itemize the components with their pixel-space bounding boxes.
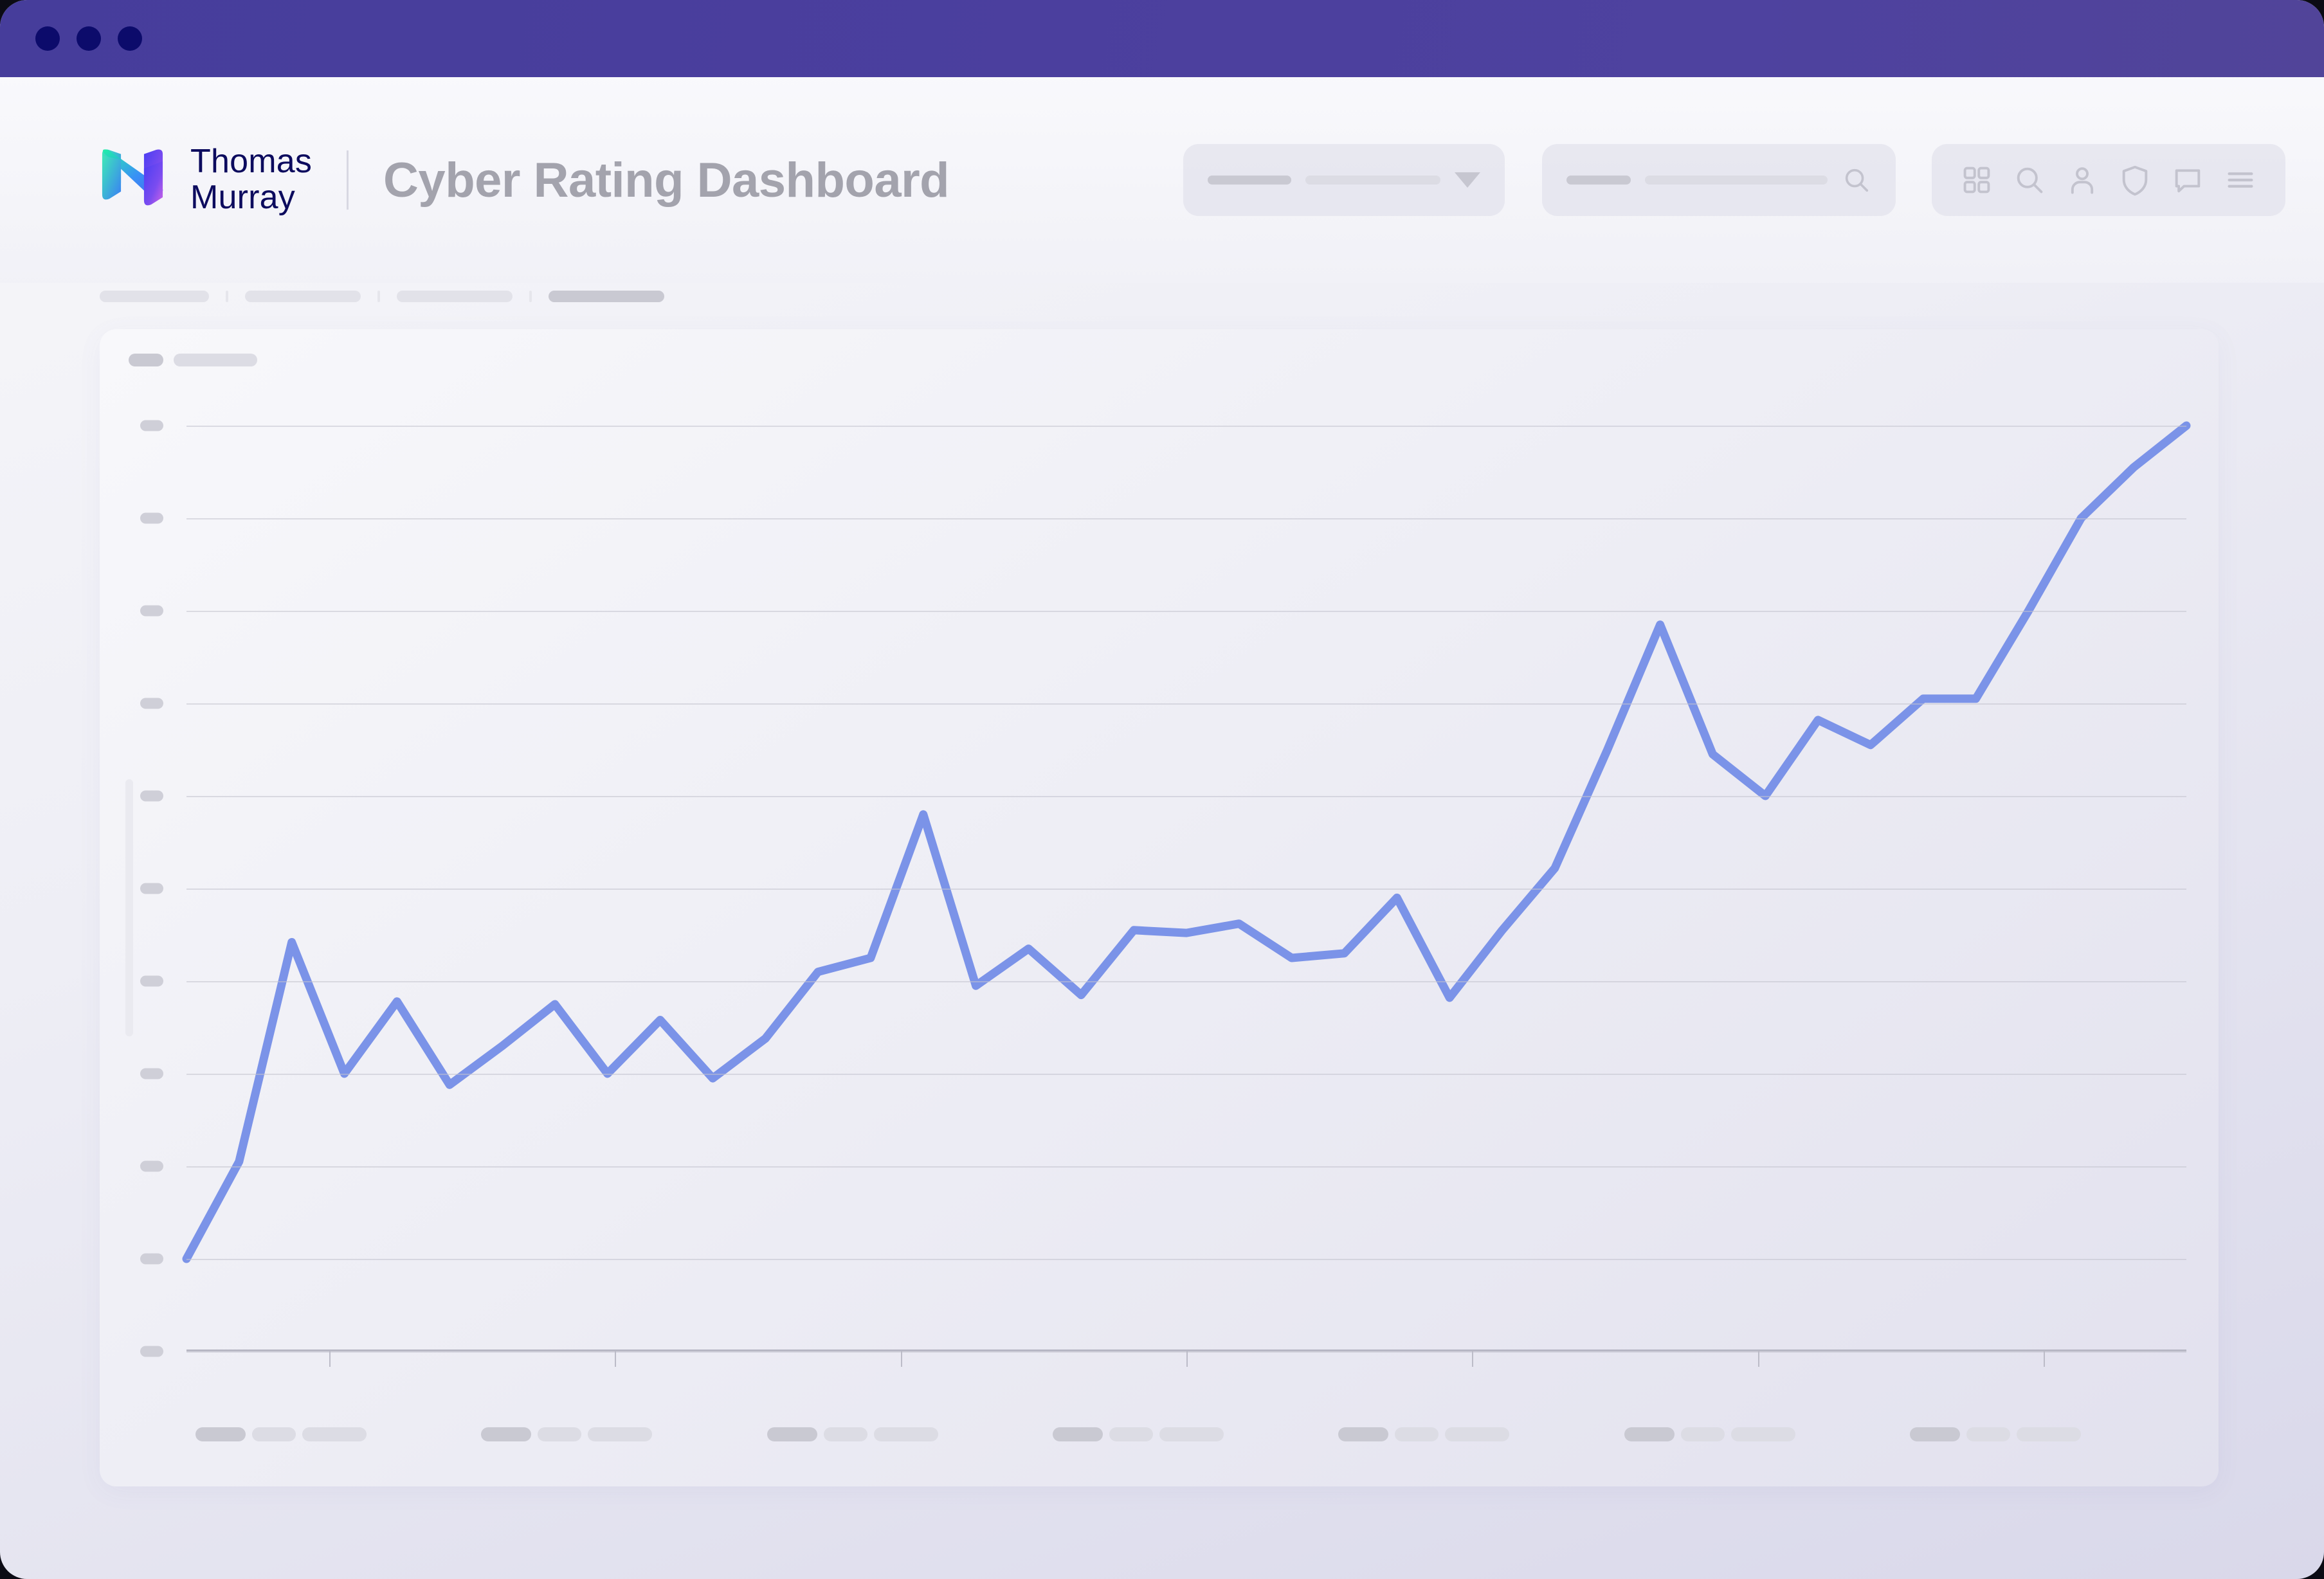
chart-card-title (129, 354, 257, 366)
y-axis-tick-label (140, 790, 163, 802)
chart-gridline (186, 1259, 2186, 1260)
x-axis-tick-label (1624, 1427, 1795, 1441)
x-axis-label-skeleton (1395, 1427, 1439, 1441)
x-axis-label-skeleton (1909, 1427, 1960, 1441)
chart-gridline (186, 1074, 2186, 1075)
chart-gridline (186, 518, 2186, 519)
x-axis-tick-label (1053, 1427, 1224, 1441)
y-axis-tick-label (140, 1068, 163, 1079)
page-root: Thomas Murray Cyber Rating Dashboard (0, 0, 2324, 1579)
apps-grid-icon[interactable] (1960, 163, 1993, 197)
breadcrumb-item-4[interactable] (549, 291, 664, 302)
x-axis-tick (1472, 1351, 1474, 1367)
x-axis-tick-label (1338, 1427, 1510, 1441)
y-axis-tick-label (140, 512, 163, 524)
x-axis-label-skeleton (823, 1427, 867, 1441)
x-axis-label-skeleton (1338, 1427, 1389, 1441)
breadcrumb-separator (226, 291, 228, 302)
search-icon[interactable] (2013, 163, 2046, 197)
y-axis-tick-label (140, 883, 163, 894)
maximize-dot[interactable] (118, 26, 142, 51)
minimize-dot[interactable] (77, 26, 101, 51)
x-axis-tick (615, 1351, 617, 1367)
x-axis-label-skeleton (588, 1427, 653, 1441)
filter-dropdown[interactable] (1183, 144, 1505, 216)
shield-icon[interactable] (2118, 163, 2152, 197)
breadcrumb-separator (377, 291, 380, 302)
x-axis-tick (1186, 1351, 1188, 1367)
x-axis-label-skeleton (1624, 1427, 1675, 1441)
card-title-badge-skeleton (129, 354, 163, 366)
app-header: Thomas Murray Cyber Rating Dashboard (0, 77, 2324, 283)
x-axis-label-skeleton (538, 1427, 582, 1441)
y-axis-tick-label (140, 420, 163, 431)
chart-gridline (186, 703, 2186, 705)
y-axis-tick-label (140, 1160, 163, 1172)
x-axis-tick (900, 1351, 902, 1367)
close-dot[interactable] (35, 26, 60, 51)
x-axis-label-skeleton (1445, 1427, 1510, 1441)
chart-gridline (186, 796, 2186, 797)
search-value-skeleton (1645, 176, 1828, 185)
x-axis-label-skeleton (1680, 1427, 1725, 1441)
brand[interactable]: Thomas Murray (96, 143, 313, 216)
chart-gridline (186, 611, 2186, 612)
window-titlebar (0, 0, 2324, 77)
y-axis-tick-label (140, 698, 163, 709)
dropdown-label-skeleton (1208, 176, 1291, 185)
x-axis-tick (329, 1351, 331, 1367)
search-label-skeleton (1566, 176, 1631, 185)
search-input[interactable] (1542, 144, 1896, 216)
message-icon[interactable] (2171, 163, 2204, 197)
user-icon[interactable] (2065, 163, 2099, 197)
x-axis-tick-label (1909, 1427, 2081, 1441)
hamburger-menu-icon[interactable] (2224, 163, 2257, 197)
y-axis-tick-label (140, 975, 163, 987)
x-axis-label-skeleton (767, 1427, 817, 1441)
y-axis-tick-label (140, 605, 163, 617)
x-axis-label-skeleton (302, 1427, 367, 1441)
x-axis-label-skeleton (1159, 1427, 1224, 1441)
x-axis-label-skeleton (1053, 1427, 1103, 1441)
dropdown-value-skeleton (1305, 176, 1440, 185)
x-axis-tick (2043, 1351, 2045, 1367)
x-axis-tick-label (481, 1427, 653, 1441)
x-axis-label-skeleton (252, 1427, 296, 1441)
x-axis-label-skeleton (2016, 1427, 2081, 1441)
x-axis-label-skeleton (195, 1427, 246, 1441)
chart-card (100, 329, 2219, 1486)
y-axis-tick-label (140, 1253, 163, 1265)
breadcrumb-item-3[interactable] (397, 291, 513, 302)
x-axis-tick-label (195, 1427, 367, 1441)
x-axis-label-skeleton (1109, 1427, 1153, 1441)
chart-gridline (186, 981, 2186, 982)
x-axis-label-skeleton (873, 1427, 938, 1441)
header-divider (347, 150, 349, 210)
x-axis-label-skeleton (1730, 1427, 1795, 1441)
card-title-text-skeleton (174, 354, 257, 366)
breadcrumb-item-2[interactable] (245, 291, 361, 302)
y-axis-tick-label (140, 1346, 163, 1357)
chart-gridline (186, 1166, 2186, 1168)
y-axis-title-skeleton (125, 779, 133, 1036)
thomas-murray-logo-icon (96, 144, 168, 216)
breadcrumb (100, 291, 664, 302)
brand-name: Thomas Murray (190, 143, 313, 216)
x-axis-label-skeleton (1966, 1427, 2010, 1441)
chart-gridline (186, 426, 2186, 427)
breadcrumb-separator (529, 291, 532, 302)
chevron-down-icon (1455, 172, 1480, 188)
page-title: Cyber Rating Dashboard (383, 152, 950, 208)
header-icon-toolbar (1932, 144, 2285, 216)
x-axis-tick (1757, 1351, 1759, 1367)
breadcrumb-item-1[interactable] (100, 291, 209, 302)
search-icon[interactable] (1842, 165, 1871, 195)
browser-window: Thomas Murray Cyber Rating Dashboard (0, 0, 2324, 1579)
x-axis-tick-label (767, 1427, 938, 1441)
chart-gridline (186, 889, 2186, 890)
chart-plot-area (140, 420, 2186, 1441)
x-axis-label-skeleton (481, 1427, 532, 1441)
